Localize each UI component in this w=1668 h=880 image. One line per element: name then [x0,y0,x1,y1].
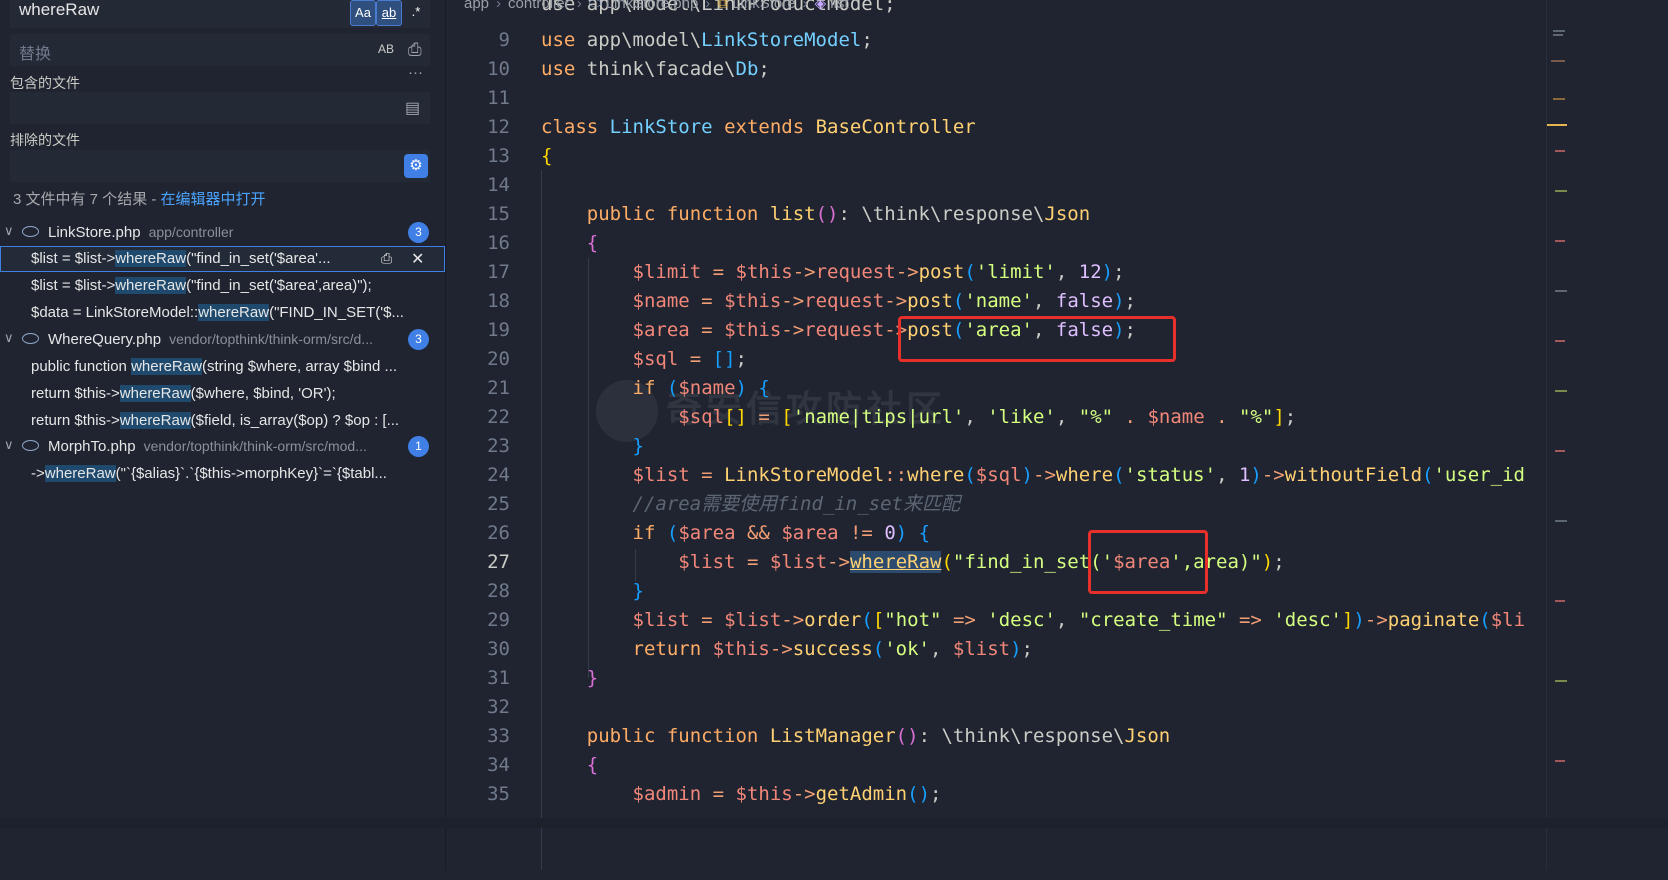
code-line: 12 class LinkStore extends BaseController [487,116,976,138]
match-text: return $this->whereRaw($where, $bind, 'O… [31,385,336,402]
code-line: 22 $sql[] = ['name|tips|url', 'like', "%… [487,406,1297,428]
code-line: 14 [487,174,510,196]
result-match-row[interactable]: return $this->whereRaw($field, is_array(… [0,408,445,434]
match-case-toggle[interactable]: Aa [350,0,376,26]
code-line: 15 public function list(): \think\respon… [487,203,1091,225]
results-summary: 3 文件中有 7 个结果 - 在编辑器中打开 [13,188,266,209]
match-text: return $this->whereRaw($field, is_array(… [31,412,400,429]
match-text: ->whereRaw("`{$alias}`.`{$this->morphKey… [31,465,387,482]
search-sidebar: whereRaw Aa ab .* 替换 AB ⎙ 包含的文件 ··· ▤ 排除… [0,0,446,870]
status-bar [0,818,1668,828]
code-line: 34 { [487,754,599,776]
result-file-wherequery[interactable]: ∨ WhereQuery.php vendor/topthink/think-or… [0,327,445,353]
code-line: 9 use app\model\LinkStoreModel; [498,29,873,51]
code-line: 21 if ($name) { [487,377,770,399]
replace-icon[interactable]: ⎙ [381,250,392,267]
php-file-icon [22,226,39,237]
search-input[interactable]: whereRaw Aa ab .* [10,0,430,28]
breadcrumb-item[interactable]: controller [508,0,570,12]
breadcrumb-item[interactable]: list [830,0,848,12]
include-files-label: 包含的文件 [10,75,80,91]
php-file-icon [22,333,39,344]
replace-input[interactable]: 替换 AB [10,34,430,66]
code-line: 24 $list = LinkStoreModel::where($sql)->… [487,464,1525,486]
preserve-case-toggle[interactable]: AB [378,42,394,56]
code-line: 33 public function ListManager(): \think… [487,725,1171,747]
result-match-row[interactable]: return $this->whereRaw($where, $bind, 'O… [0,381,445,407]
code-line: 26 if ($area && $area != 0) { [487,522,931,544]
match-text: $list = $list->whereRaw("find_in_set('$a… [31,250,331,267]
method-icon: ◈ [814,0,831,12]
breadcrumb: app › controller › ⬭ LinkStore.php › ⧉ LinkSto… [464,0,849,12]
chevron-down-icon[interactable]: ∨ [4,330,14,346]
breadcrumb-item[interactable]: LinkStore.php [606,0,699,12]
open-in-editor-link[interactable]: 在编辑器中打开 [161,191,266,208]
result-match-row[interactable]: ->whereRaw("`{$alias}`.`{$this->morphKey… [0,461,445,487]
search-query-text: whereRaw [19,0,100,19]
code-line: 11 [487,87,510,109]
match-whole-word-toggle[interactable]: ab [376,0,402,26]
summary-text: 3 文件中有 7 个结果 - [13,191,161,208]
replace-placeholder: 替换 [19,46,52,63]
regex-toggle[interactable]: .* [404,0,428,24]
chevron-down-icon[interactable]: ∨ [4,437,14,453]
include-files-input[interactable] [10,92,430,124]
result-match-row[interactable]: $data = LinkStoreModel::whereRaw("FIND_I… [0,300,445,326]
php-file-icon [22,440,39,451]
replace-all-icon[interactable]: ⎙ [408,40,422,60]
code-line: 18 $name = $this->request->post('name', … [487,290,1136,312]
result-file-name: WhereQuery.php vendor/topthink/think-orm/… [48,331,373,348]
code-line: 32 [487,696,510,718]
result-match-row[interactable]: $list = $list->whereRaw("find_in_set('$a… [0,246,445,272]
code-line-current: 27 $list = $list->whereRaw("find_in_set(… [487,551,1285,573]
match-count-badge: 3 [408,329,429,350]
match-count-badge: 3 [408,222,429,243]
code-line: 30 return $this->success('ok', $list); [487,638,1033,660]
code-editor[interactable]: 奇安信攻防社区 use app\model\LinkProductModel; … [446,0,1546,870]
code-line: 29 $list = $list->order(["hot" => 'desc'… [487,609,1526,631]
code-line: 16 { [487,232,599,254]
code-line: 25 //area需要使用find_in_set来匹配 [487,493,960,515]
code-line: 31 } [487,667,599,689]
exclude-files-label: 排除的文件 [10,132,80,148]
exclude-files-input[interactable] [10,150,430,182]
code-line: 28 } [487,580,644,602]
annotation-box-post-area [898,316,1176,362]
result-file-linkstore[interactable]: ∨ LinkStore.php app/controller 3 [0,220,445,246]
match-text: $list = $list->whereRaw("find_in_set('$a… [31,277,372,294]
match-text: $data = LinkStoreModel::whereRaw("FIND_I… [31,304,404,321]
class-icon: ⧉ [717,0,733,12]
annotation-box-area-param [1088,530,1208,594]
code-line: 23 } [487,435,644,457]
code-line: 13{ [487,145,553,167]
chevron-down-icon[interactable]: ∨ [4,223,14,239]
open-editors-only-icon[interactable]: ▤ [405,98,420,118]
match-count-badge: 1 [408,436,429,457]
more-options-icon[interactable]: ··· [408,64,423,81]
code-line: 10 use think\facade\Db; [487,58,770,80]
result-file-morphto[interactable]: ∨ MorphTo.php vendor/topthink/think-orm/s… [0,434,445,460]
breadcrumb-item[interactable]: app [464,0,489,12]
breadcrumb-item[interactable]: LinkStore [732,0,795,12]
dismiss-icon[interactable]: ✕ [411,249,424,269]
minimap[interactable] [1546,0,1569,870]
result-match-row[interactable]: $list = $list->whereRaw("find_in_set('$a… [0,273,445,299]
code-line: 17 $limit = $this->request->post('limit'… [487,261,1125,283]
code-line: 35 $admin = $this->getAdmin(); [487,783,942,805]
result-match-row[interactable]: public function whereRaw(string $where, … [0,354,445,380]
php-file-icon: ⬭ [588,0,606,12]
use-exclude-settings-icon[interactable]: ⚙ [404,154,428,178]
result-file-name: MorphTo.php vendor/topthink/think-orm/src… [48,438,367,455]
result-file-name: LinkStore.php app/controller [48,224,234,241]
match-text: public function whereRaw(string $where, … [31,358,398,375]
